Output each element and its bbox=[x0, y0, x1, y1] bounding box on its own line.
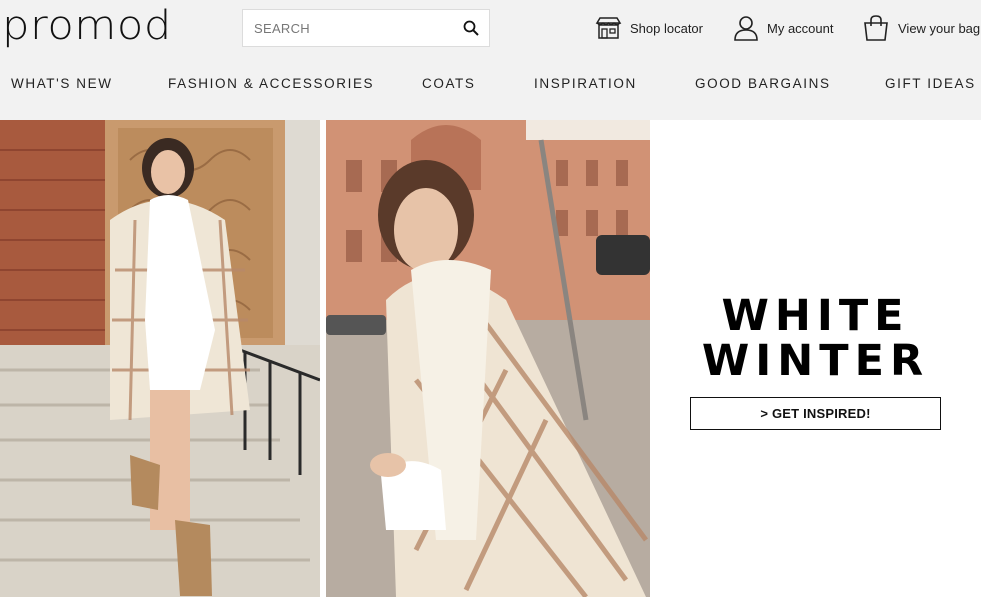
my-account-label: My account bbox=[767, 20, 834, 36]
shop-locator-link[interactable]: Shop locator bbox=[595, 12, 703, 44]
user-icon bbox=[734, 16, 758, 41]
view-bag-link[interactable]: View your bag bbox=[862, 12, 980, 44]
nav-item-good-bargains[interactable]: GOOD BARGAINS bbox=[695, 76, 831, 91]
promo-headline-line-2: WINTER bbox=[701, 336, 930, 386]
hero-photo-model-street[interactable] bbox=[326, 120, 650, 597]
promod-logo[interactable]: promod bbox=[2, 4, 172, 48]
nav-item-gift-ideas[interactable]: GIFT IDEAS bbox=[885, 76, 976, 91]
hero-photo-model-on-steps[interactable] bbox=[0, 120, 320, 597]
search-box[interactable] bbox=[242, 9, 490, 47]
promo-headline-line-1: WHITE bbox=[721, 291, 910, 341]
get-inspired-button[interactable]: > GET INSPIRED! bbox=[690, 397, 941, 430]
search-input[interactable] bbox=[243, 10, 453, 46]
view-bag-label: View your bag bbox=[898, 20, 981, 36]
nav-item-fashion-accessories[interactable]: FASHION & ACCESSORIES bbox=[168, 76, 374, 91]
promo-panel: WHITE WINTER > GET INSPIRED! bbox=[650, 120, 981, 597]
my-account-link[interactable]: My account bbox=[733, 12, 833, 44]
nav-item-coats[interactable]: COATS bbox=[422, 76, 476, 91]
site-header: promod Shop locator My account View your bbox=[0, 0, 981, 120]
shopping-bag-icon bbox=[864, 15, 888, 41]
shop-locator-label: Shop locator bbox=[630, 20, 703, 36]
nav-item-inspiration[interactable]: INSPIRATION bbox=[534, 76, 637, 91]
store-icon bbox=[595, 17, 622, 39]
search-icon[interactable] bbox=[463, 20, 479, 36]
nav-item-whats-new[interactable]: WHAT'S NEW bbox=[11, 76, 113, 91]
main-navigation: WHAT'S NEW FASHION & ACCESSORIES COATS I… bbox=[0, 76, 981, 102]
